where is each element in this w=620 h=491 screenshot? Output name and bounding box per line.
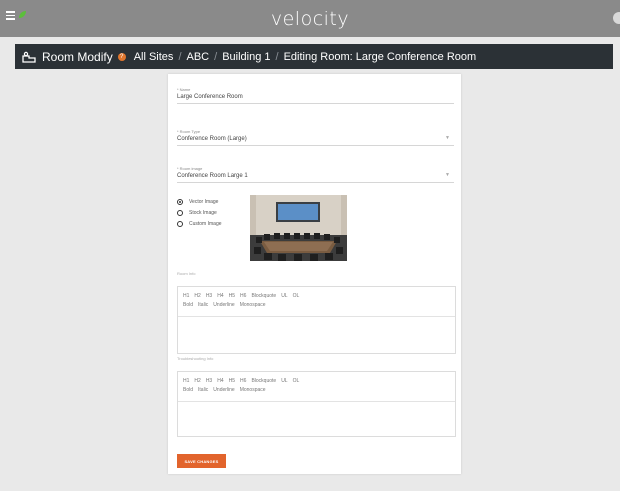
top-bar: velocity <box>0 0 620 37</box>
toolbar-h3-button[interactable]: H3 <box>206 378 212 384</box>
toolbar-bold-button[interactable]: Bold <box>183 387 193 393</box>
toolbar-underline-button[interactable]: Underline <box>213 302 234 308</box>
toolbar-format-row: Bold Italic Underline Monospace <box>183 302 450 308</box>
toolbar-blockquote-button[interactable]: Blockquote <box>251 293 276 299</box>
page-title: Room Modify <box>42 49 113 64</box>
breadcrumb-separator: / <box>275 50 279 63</box>
toolbar-format-row: Bold Italic Underline Monospace <box>183 387 450 393</box>
toolbar-blockquote-button[interactable]: Blockquote <box>251 378 276 384</box>
radio-label: Vector Image <box>189 198 219 205</box>
breadcrumb-item-site[interactable]: ABC <box>187 51 210 63</box>
room-form-card: * Name Large Conference Room * Room Type… <box>168 74 461 474</box>
breadcrumb-separator: / <box>178 50 182 63</box>
room-modify-icon <box>22 51 36 63</box>
radio-selected-icon[interactable] <box>177 198 183 205</box>
toolbar-italic-button[interactable]: Italic <box>198 302 208 308</box>
image-type-radio-group: Vector Image Stock Image Custom Image <box>177 196 222 229</box>
room-info-toolbar: H1 H2 H3 H4 H5 H6 Blockquote UL OL Bold … <box>178 287 455 317</box>
toolbar-monospace-button[interactable]: Monospace <box>240 387 266 393</box>
toolbar-ul-button[interactable]: UL <box>281 378 287 384</box>
toolbar-h4-button[interactable]: H4 <box>217 293 223 299</box>
name-label: * Name <box>177 87 191 92</box>
room-info-label: Room Info <box>177 271 196 276</box>
room-image-select[interactable]: * Room image Conference Room Large 1 ▼ <box>177 166 454 183</box>
room-type-value[interactable]: Conference Room (Large) <box>177 136 454 145</box>
radio-unselected-icon[interactable] <box>177 209 183 216</box>
name-value[interactable]: Large Conference Room <box>177 94 454 103</box>
save-changes-button[interactable]: SAVE CHANGES <box>177 454 226 468</box>
toolbar-h2-button[interactable]: H2 <box>194 293 200 299</box>
chevron-down-icon[interactable]: ▼ <box>445 135 450 141</box>
toolbar-ol-button[interactable]: OL <box>293 378 300 384</box>
toolbar-h5-button[interactable]: H5 <box>229 293 235 299</box>
chevron-down-icon[interactable]: ▼ <box>445 172 450 178</box>
radio-custom-image[interactable]: Custom Image <box>177 218 222 229</box>
user-avatar-icon[interactable] <box>613 12 620 24</box>
breadcrumb-separator: / <box>214 50 218 63</box>
toolbar-h6-button[interactable]: H6 <box>240 378 246 384</box>
room-info-editor[interactable]: H1 H2 H3 H4 H5 H6 Blockquote UL OL Bold … <box>177 286 456 354</box>
toolbar-h1-button[interactable]: H1 <box>183 378 189 384</box>
toolbar-underline-button[interactable]: Underline <box>213 387 234 393</box>
toolbar-h1-button[interactable]: H1 <box>183 293 189 299</box>
radio-label: Custom Image <box>189 220 222 227</box>
toolbar-heading-row: H1 H2 H3 H4 H5 H6 Blockquote UL OL <box>183 378 450 384</box>
toolbar-bold-button[interactable]: Bold <box>183 302 193 308</box>
troubleshooting-info-label: Troubleshooting Info <box>177 356 214 361</box>
toolbar-h6-button[interactable]: H6 <box>240 293 246 299</box>
radio-label: Stock Image <box>189 209 217 216</box>
toolbar-h4-button[interactable]: H4 <box>217 378 223 384</box>
breadcrumb-item-current: Editing Room: Large Conference Room <box>283 50 477 63</box>
room-type-select[interactable]: * Room Type Conference Room (Large) ▼ <box>177 129 454 146</box>
breadcrumb-item-all-sites[interactable]: All Sites <box>134 51 174 63</box>
room-type-label: * Room Type <box>177 129 201 134</box>
toolbar-h5-button[interactable]: H5 <box>229 378 235 384</box>
toolbar-ul-button[interactable]: UL <box>281 293 287 299</box>
app-brand: velocity <box>270 8 350 30</box>
toolbar-h3-button[interactable]: H3 <box>206 293 212 299</box>
room-preview-image <box>250 195 347 261</box>
radio-unselected-icon[interactable] <box>177 220 183 227</box>
radio-vector-image[interactable]: Vector Image <box>177 196 222 207</box>
toolbar-monospace-button[interactable]: Monospace <box>240 302 266 308</box>
troubleshooting-info-toolbar: H1 H2 H3 H4 H5 H6 Blockquote UL OL Bold … <box>178 372 455 402</box>
breadcrumb-item-building[interactable]: Building 1 <box>222 51 270 63</box>
toolbar-heading-row: H1 H2 H3 H4 H5 H6 Blockquote UL OL <box>183 293 450 299</box>
room-image-label: * Room image <box>177 166 203 171</box>
radio-stock-image[interactable]: Stock Image <box>177 207 222 218</box>
breadcrumb: Room Modify ? All Sites / ABC / Building… <box>15 44 613 69</box>
toolbar-h2-button[interactable]: H2 <box>194 378 200 384</box>
troubleshooting-info-editor[interactable]: H1 H2 H3 H4 H5 H6 Blockquote UL OL Bold … <box>177 371 456 437</box>
room-image-value[interactable]: Conference Room Large 1 <box>177 173 454 182</box>
help-icon[interactable]: ? <box>117 52 126 61</box>
name-field[interactable]: * Name Large Conference Room <box>177 87 454 104</box>
toolbar-ol-button[interactable]: OL <box>293 293 300 299</box>
toolbar-italic-button[interactable]: Italic <box>198 387 208 393</box>
